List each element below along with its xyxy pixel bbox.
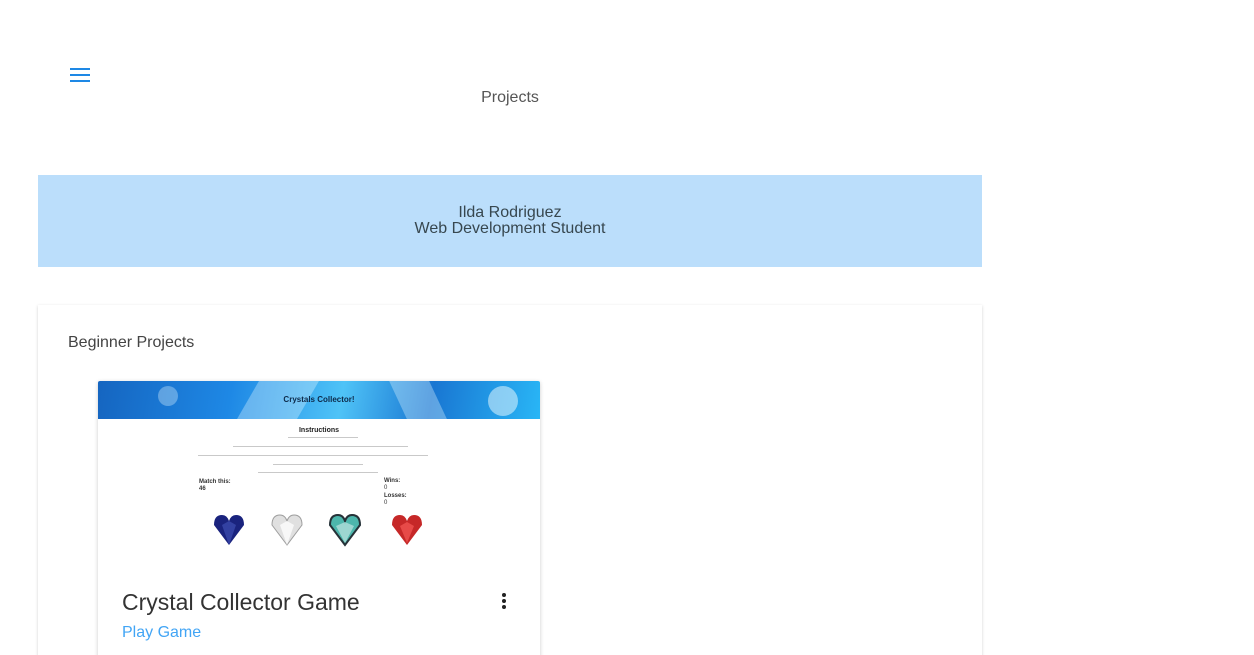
screenshot-losses-value: 0 — [384, 500, 388, 506]
screenshot-match-label: Match this: — [199, 479, 231, 485]
profile-banner: Ilda Rodriguez Web Development Student — [38, 175, 982, 267]
play-game-link[interactable]: Play Game — [122, 624, 201, 642]
project-screenshot: Crystals Collector! Instructions Match t… — [98, 381, 540, 562]
beginner-projects-section: Beginner Projects Crystals Collector! In… — [38, 305, 982, 655]
menu-icon[interactable] — [70, 68, 90, 84]
page-title: Projects — [481, 89, 539, 106]
white-crystal-icon — [271, 514, 303, 546]
screenshot-instructions-heading: Instructions — [298, 427, 340, 434]
more-vert-icon[interactable] — [499, 593, 509, 611]
project-card: Crystals Collector! Instructions Match t… — [98, 381, 540, 655]
screenshot-match-value: 46 — [199, 486, 206, 492]
screenshot-wins-label: Wins: — [384, 478, 401, 484]
profile-name: Ilda Rodriguez — [458, 204, 562, 221]
green-crystal-icon — [328, 513, 362, 547]
blue-crystal-icon — [214, 515, 244, 545]
screenshot-wins-value: 0 — [384, 485, 388, 491]
profile-role: Web Development Student — [414, 220, 606, 237]
screenshot-title: Crystals Collector! — [283, 395, 355, 404]
card-title: Crystal Collector Game — [122, 589, 360, 615]
red-crystal-icon — [392, 515, 422, 545]
screenshot-losses-label: Losses: — [384, 493, 407, 499]
section-title: Beginner Projects — [68, 334, 195, 351]
